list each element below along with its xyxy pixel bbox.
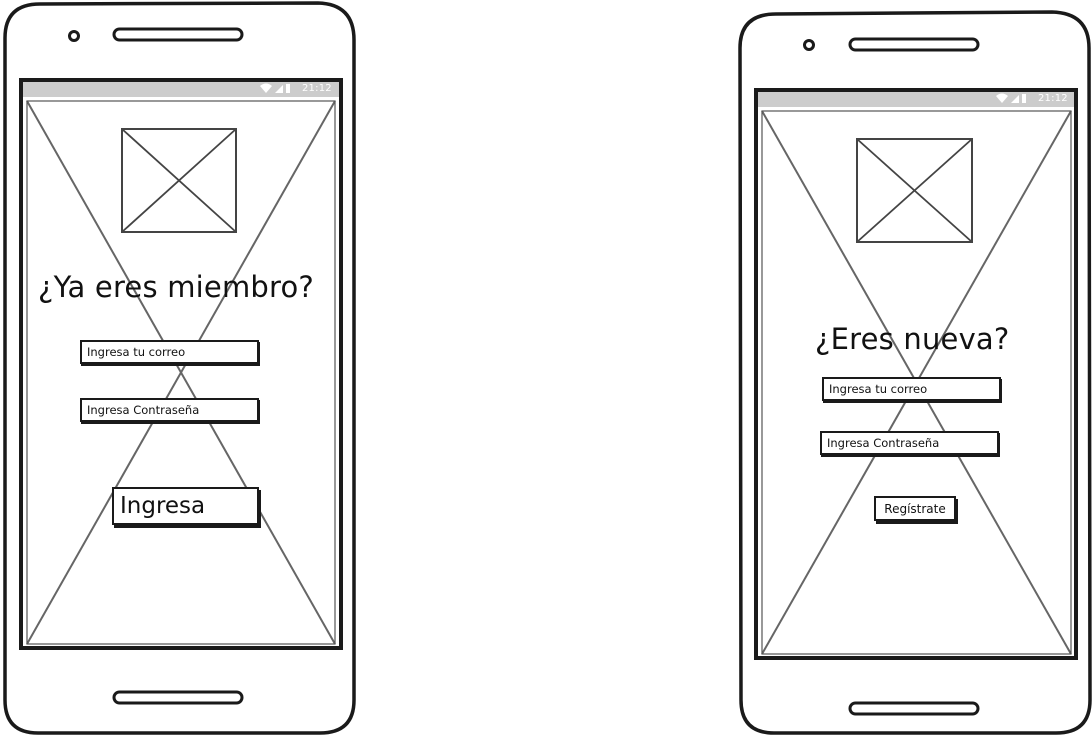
password-field[interactable]: Ingresa Contraseña [80,398,259,422]
wireframe-sketch [3,1,1092,735]
signup-title: ¿Eres nueva? [815,322,1010,356]
email-field[interactable]: Ingresa tu correo [80,340,259,364]
status-bar [23,82,339,97]
email-field[interactable]: Ingresa tu correo [822,377,1001,401]
battery-icon [286,84,290,93]
status-time: 21:12 [302,83,332,94]
login-title: ¿Ya eres miembro? [38,270,315,304]
screen-login [19,78,343,650]
image-placeholder-icon [856,138,973,243]
battery-icon [1022,94,1026,103]
screen-signup [754,88,1078,660]
login-button[interactable]: Ingresa [112,487,259,525]
signup-button[interactable]: Regístrate [874,496,956,521]
password-field[interactable]: Ingresa Contraseña [820,431,999,455]
status-bar [758,92,1074,107]
status-time: 21:12 [1038,93,1068,104]
mockup-canvas: 21:12 ¿Ya eres miembro? Ingresa tu corre… [0,0,1092,735]
image-placeholder-icon [121,128,237,233]
